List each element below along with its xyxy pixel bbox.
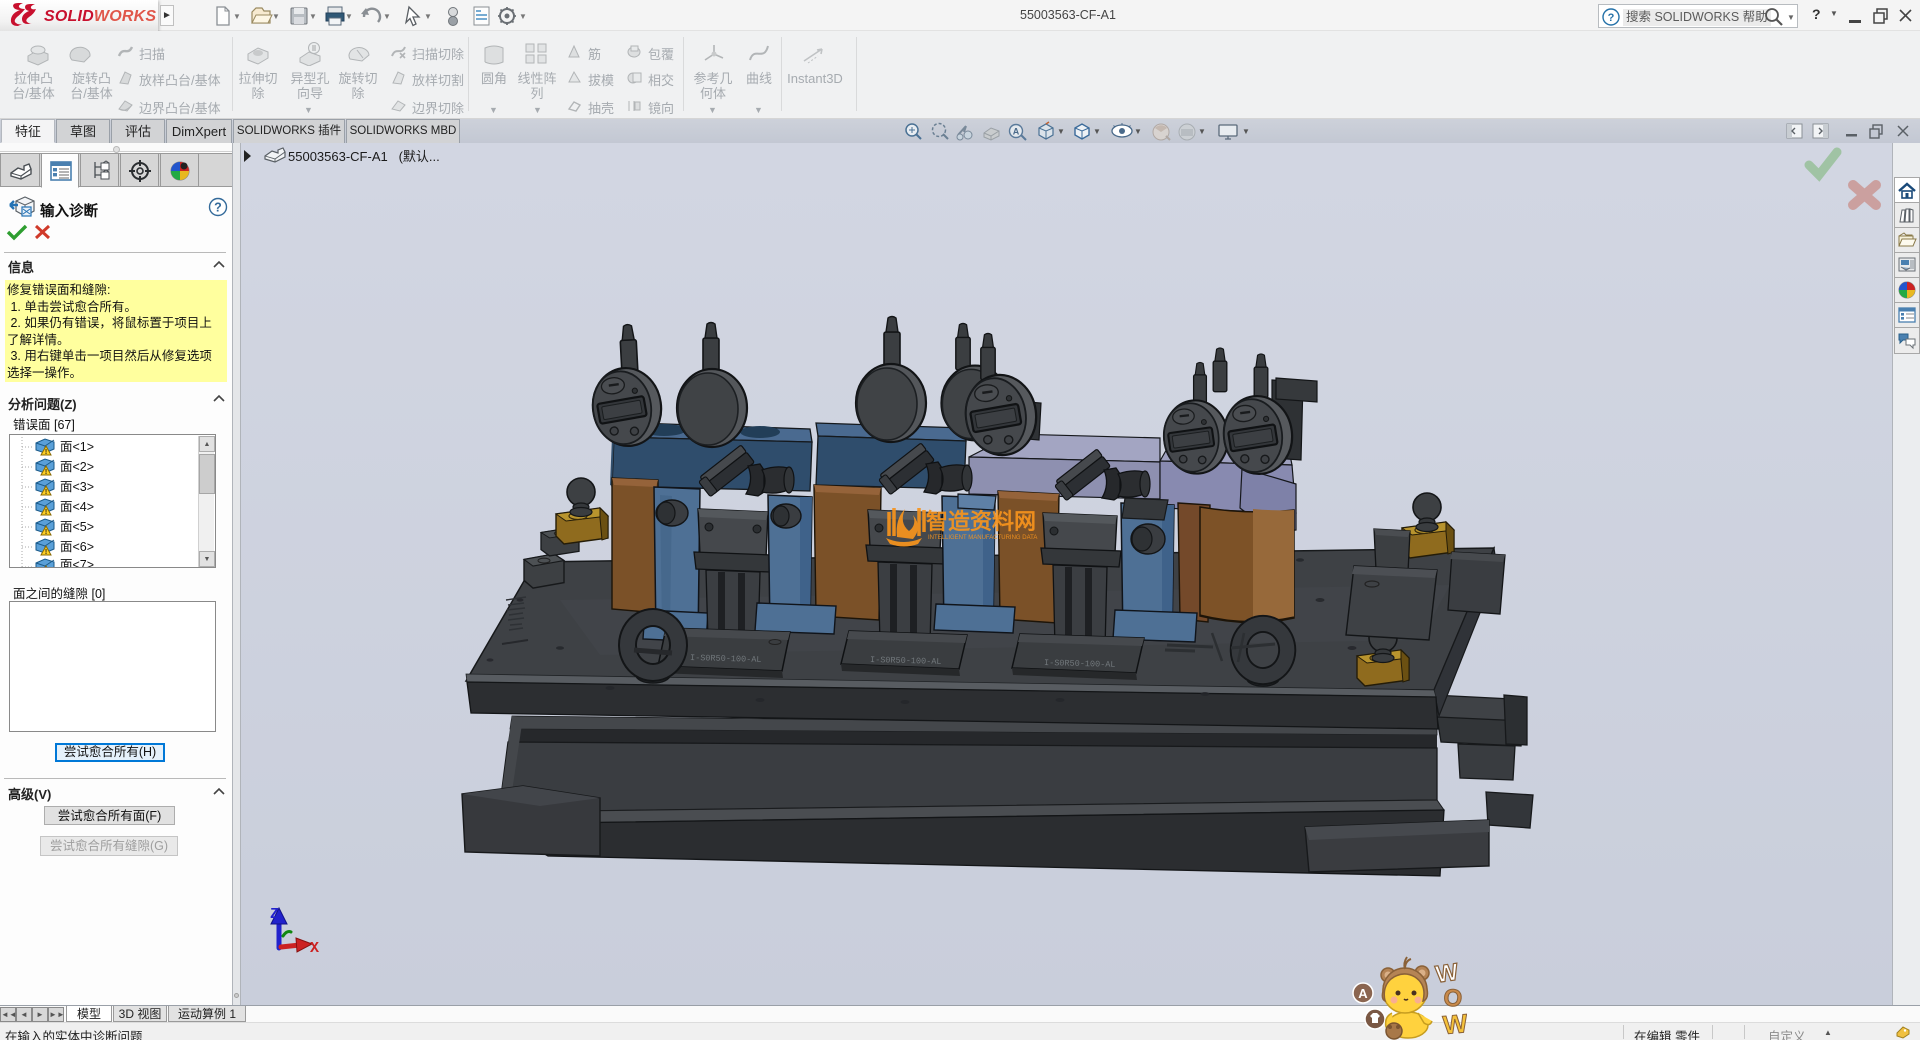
svg-text:?: ? xyxy=(214,201,222,215)
svg-text:面<1>: 面<1> xyxy=(60,440,94,454)
svg-text:面<7>: 面<7> xyxy=(60,558,94,567)
svg-text:INTELLIGENT MANUFACTURING DATA: INTELLIGENT MANUFACTURING DATA xyxy=(928,535,1037,541)
svg-text:X: X xyxy=(310,940,319,957)
svg-text:I-S0R50-100-AL: I-S0R50-100-AL xyxy=(690,653,762,665)
svg-text:?: ? xyxy=(1608,12,1615,24)
svg-text:W: W xyxy=(1442,1008,1467,1040)
svg-text:Z: Z xyxy=(270,906,279,923)
svg-text:面<4>: 面<4> xyxy=(60,500,94,514)
svg-text:!: ! xyxy=(45,449,47,456)
svg-text:智造资料网: 智造资料网 xyxy=(926,509,1036,534)
svg-text:面<6>: 面<6> xyxy=(60,540,94,554)
svg-text:面<2>: 面<2> xyxy=(60,460,94,474)
svg-text:I-S0R50-100-AL: I-S0R50-100-AL xyxy=(870,655,942,667)
svg-text:面<3>: 面<3> xyxy=(60,480,94,494)
svg-text:面<5>: 面<5> xyxy=(60,520,94,534)
svg-text:A: A xyxy=(1013,127,1020,137)
svg-text:I-S0R50-100-AL: I-S0R50-100-AL xyxy=(1044,658,1116,670)
svg-text:A: A xyxy=(1358,986,1368,1001)
svg-text:55003563-CF-A1 (默认...: 55003563-CF-A1 (默认... xyxy=(288,149,440,164)
